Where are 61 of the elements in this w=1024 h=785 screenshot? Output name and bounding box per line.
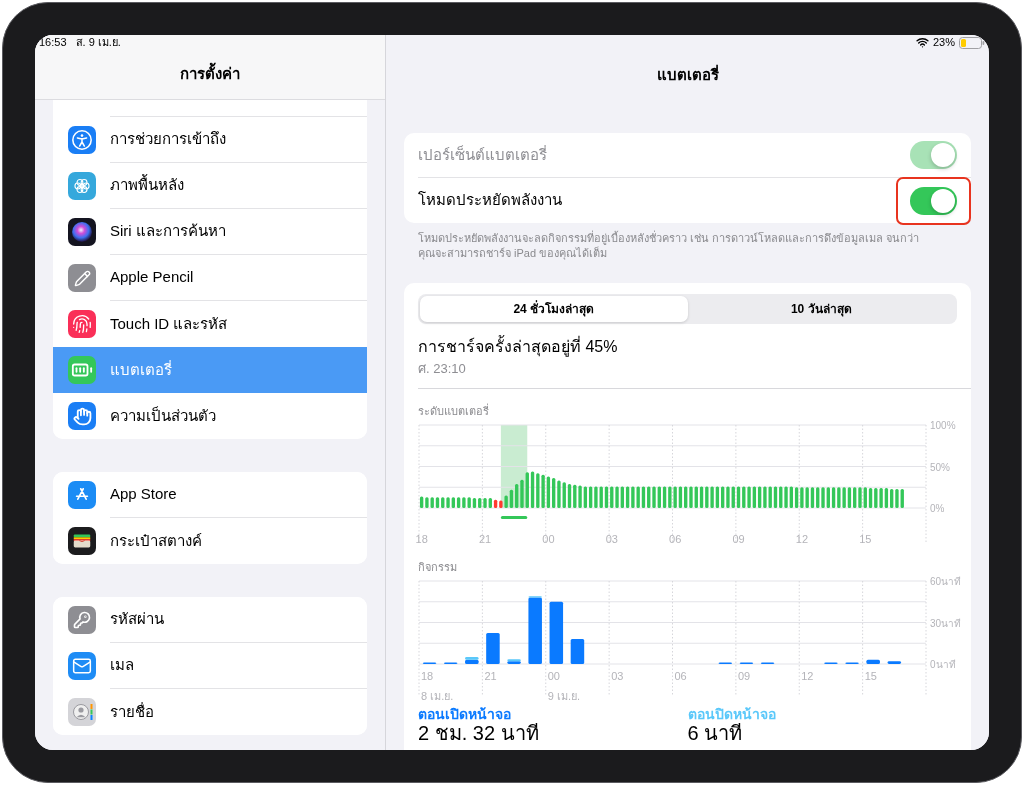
chart-bar [486, 632, 500, 664]
axis-label: 15 [864, 669, 877, 684]
axis-label: 12 [801, 669, 814, 684]
setting-label: โหมดประหยัดพลังงาน [418, 190, 562, 211]
chart-title: ระดับแบตเตอรี่ [417, 404, 490, 418]
battery-percentage: 23% [932, 37, 955, 48]
chart-bar [866, 659, 880, 664]
key-icon [68, 606, 96, 634]
axis-label: 06 [669, 532, 682, 547]
page-title: แบตเตอรี่ [656, 63, 719, 85]
axis-label: 0นาที [930, 659, 956, 670]
segment-tab[interactable]: 24 ชั่วโมงล่าสุด [420, 296, 688, 322]
wallet-icon [68, 527, 96, 555]
chart-title: กิจกรรม [417, 560, 458, 574]
status-time: 16:53 [39, 37, 67, 48]
charge-summary: การชาร์จครั้งล่าสุดอยู่ที่ 45% [404, 337, 971, 357]
axis-label: 12 [795, 532, 808, 547]
sidebar-title: การตั้งค่า [180, 63, 240, 86]
accessibility-icon [68, 126, 96, 154]
segment-tab[interactable]: 10 วันล่าสุด [687, 296, 955, 322]
axis-label: 21 [478, 532, 492, 547]
axis-label: 60นาที [930, 576, 962, 587]
axis-label: 15 [859, 532, 872, 547]
legend-label: ตอนเปิดหน้าจอ [418, 706, 512, 722]
mail-icon [68, 652, 96, 680]
status-date: ส. 9 เม.ย. [75, 37, 121, 48]
battery-icon [959, 36, 985, 49]
letter-a-icon [68, 481, 96, 509]
axis-label: 09 [737, 669, 751, 684]
axis-label: 00 9 เม.ย. [547, 669, 581, 704]
axis-label: 18 8 เม.ย. [421, 669, 454, 704]
axis-label: 0% [930, 503, 945, 514]
person-icon [68, 698, 96, 726]
chart-bar [887, 661, 902, 664]
wifi-icon [915, 36, 929, 49]
hand-icon [68, 402, 96, 430]
charging-indicator-bar [500, 516, 528, 519]
axis-label: 03 [605, 532, 618, 547]
axis-label: 21 [484, 669, 497, 684]
usage-value: 6 นาที [687, 722, 744, 744]
axis-label: 09 [732, 532, 745, 547]
axis-label: 03 [611, 669, 624, 684]
setting-label: เปอร์เซ็นต์แบตเตอรี่ [418, 144, 547, 165]
usage-value: 2 ชม. 32 นาที [418, 722, 540, 744]
charge-time: ศ. 23:10 [417, 360, 467, 378]
fingerprint-icon [68, 310, 96, 338]
toggle-switch[interactable] [910, 186, 957, 215]
axis-label: 50% [930, 461, 950, 473]
pencil-icon [68, 264, 96, 292]
legend-label: ตอนปิดหน้าจอ [687, 706, 777, 722]
axis-label: 30นาที [930, 617, 962, 629]
chart-bar [570, 639, 585, 664]
orb-icon [68, 218, 96, 246]
axis-label: 06 [674, 669, 687, 684]
chart-bar [549, 601, 564, 664]
battery-icon [68, 356, 96, 384]
footer-note: โหมดประหยัดพลังงานจะลดกิจกรรมที่อยู่เบื้องหลังชั่วคราว เช่น การดาวน์โหลดและการดึงข้อมูลเมล จนกว่าคุณจะสามารถชาร์จ iPad ของคุณได้เต็ม [417, 231, 921, 261]
axis-label: 00 [542, 532, 555, 547]
axis-label: 100% [930, 420, 956, 431]
axis-label: 18 [415, 532, 428, 547]
flower-icon [68, 172, 96, 200]
